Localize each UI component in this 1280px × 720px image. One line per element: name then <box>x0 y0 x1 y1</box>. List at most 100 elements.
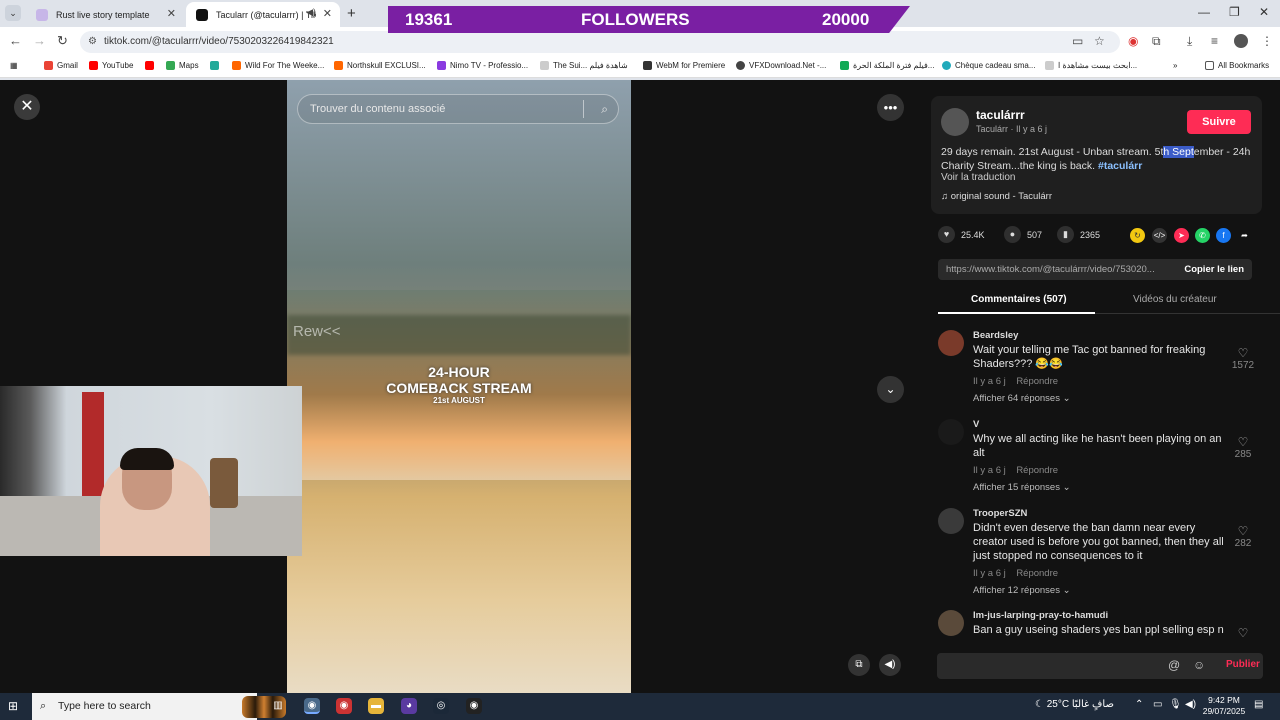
copy-link-button[interactable]: Copier le lien <box>1184 259 1244 280</box>
cast-icon[interactable]: ▭ <box>1072 34 1083 48</box>
tab-close-icon[interactable]: ✕ <box>167 7 176 20</box>
bookmark-youtube-icon[interactable] <box>145 61 158 70</box>
save-button[interactable]: ▮ 2365 <box>1057 226 1100 243</box>
back-icon[interactable]: ← <box>9 33 22 48</box>
tab-search-icon[interactable]: ⌄ <box>5 5 21 21</box>
extension-icon[interactable]: ◉ <box>1128 34 1138 48</box>
commenter-avatar[interactable] <box>938 610 964 636</box>
emoji-icon[interactable]: ☺ <box>1193 658 1205 672</box>
chrome-profile-taskbar-icon[interactable]: ◉ <box>336 698 352 714</box>
bookmarks-overflow-icon[interactable]: » <box>1173 61 1177 70</box>
commenter-name[interactable]: TrooperSZN <box>973 508 1027 519</box>
bookmark-suits[interactable]: The Sui... شاهدة فيلم <box>540 61 628 70</box>
bookmark-gmail[interactable]: Gmail <box>44 61 78 70</box>
new-tab-button[interactable]: + <box>347 5 356 22</box>
chrome-taskbar-icon[interactable]: ◉ <box>304 698 320 714</box>
tab-comments[interactable]: Commentaires (507) <box>971 294 1067 305</box>
share-arrow-icon[interactable]: ➦ <box>1237 228 1252 243</box>
next-video-button[interactable]: ⌄ <box>877 376 904 403</box>
bookmark-maps[interactable]: Maps <box>166 61 199 70</box>
comment-input[interactable]: @ ☺ <box>937 653 1263 679</box>
comment-like[interactable]: ♡ <box>1228 626 1258 637</box>
mic-icon[interactable]: 🎙 <box>1169 699 1182 710</box>
search-icon[interactable]: ⌕ <box>601 95 608 123</box>
restore-icon[interactable]: ❐ <box>1229 5 1240 19</box>
close-window-icon[interactable]: ✕ <box>1259 5 1269 19</box>
bookmark-cheque[interactable]: Chèque cadeau sma... <box>942 61 1036 70</box>
discord-icon[interactable]: ◕ <box>401 698 417 714</box>
file-explorer-icon[interactable]: ▬ <box>368 698 384 714</box>
all-bookmarks[interactable]: All Bookmarks <box>1205 61 1269 70</box>
extensions-puzzle-icon[interactable]: ⧉ <box>1152 34 1161 49</box>
bookmark-webm[interactable]: WebM for Premiere <box>643 61 725 70</box>
author-handle[interactable]: taculárrr <box>976 108 1025 122</box>
pip-button[interactable]: ⧉ <box>848 654 870 676</box>
facebook-icon[interactable]: f <box>1216 228 1231 243</box>
view-replies-link[interactable]: Afficher 15 réponses ⌄ <box>973 482 1071 493</box>
commenter-name[interactable]: Beardsley <box>973 330 1018 341</box>
reply-link[interactable]: Répondre <box>1016 465 1058 476</box>
mention-icon[interactable]: @ <box>1168 658 1180 672</box>
reply-link[interactable]: Répondre <box>1016 568 1058 579</box>
publish-button[interactable]: Publier <box>1226 659 1260 670</box>
related-search-input[interactable]: Trouver du contenu associé ⌕ <box>297 94 619 124</box>
commenter-name[interactable]: V <box>973 419 979 430</box>
reply-link[interactable]: Répondre <box>1016 376 1058 387</box>
taskbar-search[interactable]: ⌕ Type here to search <box>32 693 286 720</box>
forward-icon[interactable]: → <box>33 33 46 48</box>
comment-button[interactable]: ● 507 <box>1004 226 1042 243</box>
sound-link[interactable]: ♫ original sound - Taculárr <box>941 191 1052 202</box>
tray-overflow-icon[interactable]: ⌃ <box>1135 699 1143 710</box>
tab-rust-template[interactable]: Rust live story template ✕ <box>26 2 184 27</box>
video-player[interactable]: Trouver du contenu associé ⌕ Rew<< 24-HO… <box>287 80 631 693</box>
bookmark-green-icon[interactable] <box>210 61 223 70</box>
weather-widget[interactable]: ☾ 25°C صافٍ غالبًا <box>1035 699 1114 710</box>
bookmark-arabic-best[interactable]: ابحث بيست مشاهدة ا... <box>1045 61 1137 70</box>
obs-icon[interactable]: ◉ <box>466 698 482 714</box>
task-view-icon[interactable]: ▥ <box>270 698 286 714</box>
volume-button[interactable]: ◀) <box>879 654 901 676</box>
like-button[interactable]: ♥ 25.4K <box>938 226 985 243</box>
view-replies-link[interactable]: Afficher 12 réponses ⌄ <box>973 585 1071 596</box>
comment-like[interactable]: ♡ 285 <box>1228 435 1258 460</box>
download-icon[interactable]: ⤓ <box>1187 34 1192 49</box>
url-field[interactable]: ⚙ tiktok.com/@tacularrr/video/7530203226… <box>80 31 1120 53</box>
bookmark-star-icon[interactable]: ☆ <box>1094 34 1105 48</box>
reload-icon[interactable]: ↻ <box>57 33 68 49</box>
comment-like[interactable]: ♡ 282 <box>1228 524 1258 549</box>
commenter-name[interactable]: Im-jus-larping-pray-to-hamudi <box>973 610 1108 621</box>
commenter-avatar[interactable] <box>938 419 964 445</box>
network-icon[interactable]: ▭ <box>1153 699 1162 710</box>
tab-tiktok[interactable]: Tacularr (@tacularrr) | TikTo ◀) ✕ <box>186 2 340 27</box>
embed-icon[interactable]: </> <box>1152 228 1167 243</box>
bookmark-nimo[interactable]: Nimo TV - Professio... <box>437 61 528 70</box>
bookmark-arabic-film[interactable]: فيلم فترة الملكة الحرة... <box>840 61 934 70</box>
notifications-icon[interactable]: ▤ <box>1254 699 1263 710</box>
bookmark-wild-weekend[interactable]: Wild For The Weeke... <box>232 61 324 70</box>
steam-icon[interactable]: ◎ <box>433 698 449 714</box>
comment-like[interactable]: ♡ 1572 <box>1228 346 1258 371</box>
menu-kebab-icon[interactable]: ⋮ <box>1261 34 1273 48</box>
bookmark-vfx[interactable]: VFXDownload.Net -... <box>736 61 826 70</box>
minimize-icon[interactable]: — <box>1198 5 1210 19</box>
bookmark-youtube[interactable]: YouTube <box>89 61 133 70</box>
windows-start-icon[interactable]: ⊞ <box>8 699 18 713</box>
author-avatar[interactable] <box>941 108 969 136</box>
more-options-button[interactable]: ••• <box>877 94 904 121</box>
site-info-icon[interactable]: ⚙ <box>88 31 97 53</box>
repost-icon[interactable]: ↻ <box>1130 228 1145 243</box>
system-clock[interactable]: 9:42 PM 29/07/2025 <box>1200 695 1248 717</box>
media-control-icon[interactable]: ≡ <box>1211 34 1218 48</box>
follow-button[interactable]: Suivre <box>1187 110 1251 134</box>
commenter-avatar[interactable] <box>938 508 964 534</box>
commenter-avatar[interactable] <box>938 330 964 356</box>
close-video-button[interactable]: ✕ <box>14 94 40 120</box>
volume-tray-icon[interactable]: ◀) <box>1185 699 1196 710</box>
view-replies-link[interactable]: Afficher 64 réponses ⌄ <box>973 393 1071 404</box>
tab-close-icon[interactable]: ✕ <box>323 7 332 20</box>
profile-avatar[interactable] <box>1234 34 1248 48</box>
tab-creator-videos[interactable]: Vidéos du créateur <box>1133 294 1217 305</box>
bookmark-northskull[interactable]: Northskull EXCLUSI... <box>334 61 426 70</box>
whatsapp-icon[interactable]: ✆ <box>1195 228 1210 243</box>
speaker-icon[interactable]: ◀) <box>306 7 316 18</box>
